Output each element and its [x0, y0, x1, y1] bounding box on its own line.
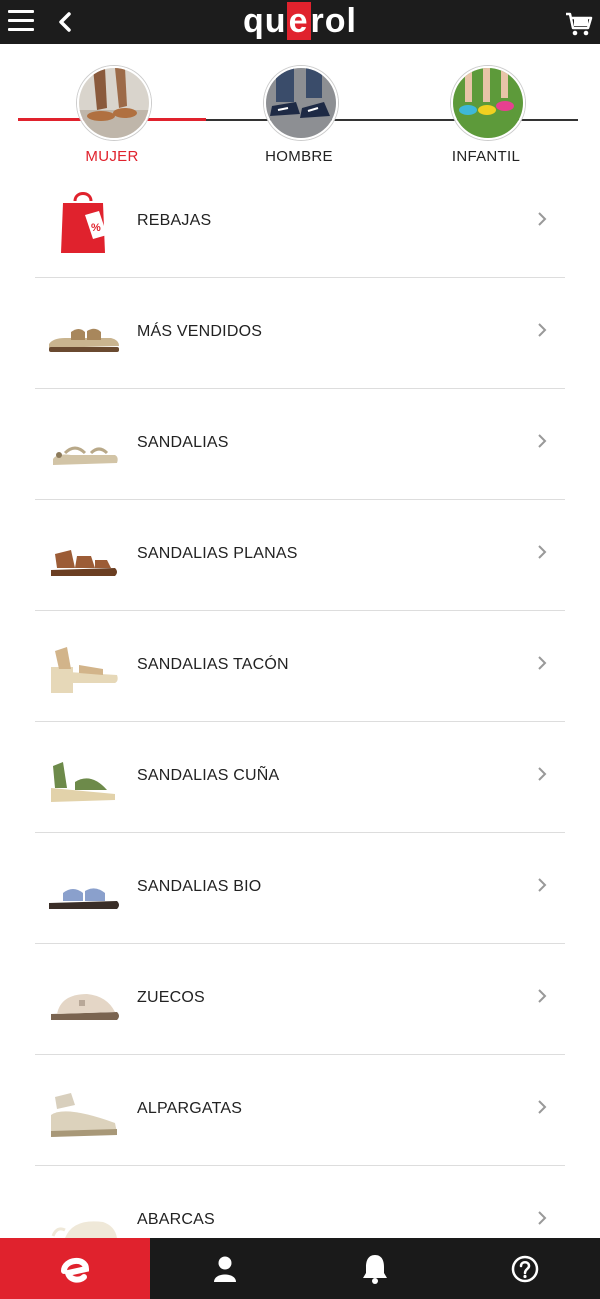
tab-label: HOMBRE	[265, 148, 333, 165]
flat-sandal-icon	[51, 550, 117, 576]
chevron-right-icon	[538, 767, 547, 781]
menu-icon[interactable]	[8, 10, 34, 32]
menu-item-label: REBAJAS	[137, 212, 212, 229]
home-icon	[61, 1257, 90, 1283]
top-bar: querol	[0, 0, 600, 44]
clog-icon	[51, 994, 119, 1020]
wedge-sandal-icon	[51, 762, 115, 802]
chevron-right-icon	[538, 989, 547, 1003]
nav-help[interactable]	[450, 1238, 600, 1299]
menu-item-sandalias-tacon[interactable]: SANDALIAS TACÓN	[35, 611, 565, 722]
menu-item-label: ABARCAS	[137, 1211, 215, 1228]
bell-icon	[363, 1254, 387, 1284]
menu-item-label: SANDALIAS BIO	[137, 878, 262, 895]
infantil-photo	[451, 66, 525, 140]
menu-item-mas-vendidos[interactable]: MÁS VENDIDOS	[35, 278, 565, 389]
menu-item-label: SANDALIAS PLANAS	[137, 545, 298, 562]
user-icon	[214, 1256, 236, 1282]
back-arrow-icon[interactable]	[54, 10, 76, 34]
tab-hombre[interactable]: HOMBRE	[239, 66, 359, 176]
menu-item-zuecos[interactable]: ZUECOS	[35, 944, 565, 1055]
chevron-right-icon	[538, 1100, 547, 1114]
menu-item-label: MÁS VENDIDOS	[137, 323, 263, 340]
chevron-right-icon	[538, 656, 547, 670]
menu-item-label: SANDALIAS CUÑA	[137, 767, 280, 784]
bio-sandal-icon	[49, 888, 119, 909]
sale-bag-icon: %	[61, 192, 107, 253]
tab-mujer[interactable]: MUJER	[52, 66, 172, 176]
menu-item-label: ZUECOS	[137, 989, 205, 1006]
bottom-nav	[0, 1238, 600, 1299]
menu-item-alpargatas[interactable]: ALPARGATAS	[35, 1055, 565, 1166]
menu-item-sandalias-planas[interactable]: SANDALIAS PLANAS	[35, 500, 565, 611]
hombre-photo	[264, 66, 338, 140]
tab-label: MUJER	[85, 148, 139, 165]
espadrille-icon	[51, 1093, 117, 1137]
sandal-icon	[53, 446, 118, 465]
logo[interactable]: querol	[240, 0, 360, 44]
menu-item-label: ALPARGATAS	[137, 1100, 243, 1117]
heel-sandal-icon	[51, 647, 118, 693]
category-menu-list: % REBAJAS MÁS VENDIDOS SANDALIAS SANDALI…	[35, 167, 565, 1276]
nav-account[interactable]	[150, 1238, 300, 1299]
nav-notifications[interactable]	[300, 1238, 450, 1299]
tab-label: INFANTIL	[451, 148, 521, 165]
menu-item-sandalias-cuna[interactable]: SANDALIAS CUÑA	[35, 722, 565, 833]
chevron-right-icon	[538, 434, 547, 448]
mujer-photo	[77, 66, 151, 140]
svg-text:%: %	[91, 222, 101, 234]
chevron-right-icon	[538, 323, 547, 337]
category-selector: MUJER HOMBRE INFANTIL	[0, 60, 600, 180]
chevron-right-icon	[538, 545, 547, 559]
nav-home[interactable]	[0, 1238, 150, 1299]
bio-sandal-icon	[49, 328, 119, 352]
chevron-right-icon	[538, 212, 547, 226]
tab-infantil[interactable]: INFANTIL	[426, 66, 546, 176]
menu-item-label: SANDALIAS TACÓN	[137, 656, 289, 673]
chevron-right-icon	[538, 878, 547, 892]
chevron-right-icon	[538, 1211, 547, 1225]
menu-item-rebajas[interactable]: % REBAJAS	[35, 167, 565, 278]
menu-item-label: SANDALIAS	[137, 434, 229, 451]
menu-item-sandalias[interactable]: SANDALIAS	[35, 389, 565, 500]
help-icon	[511, 1255, 539, 1282]
menu-item-sandalias-bio[interactable]: SANDALIAS BIO	[35, 833, 565, 944]
cart-icon[interactable]	[564, 8, 594, 38]
